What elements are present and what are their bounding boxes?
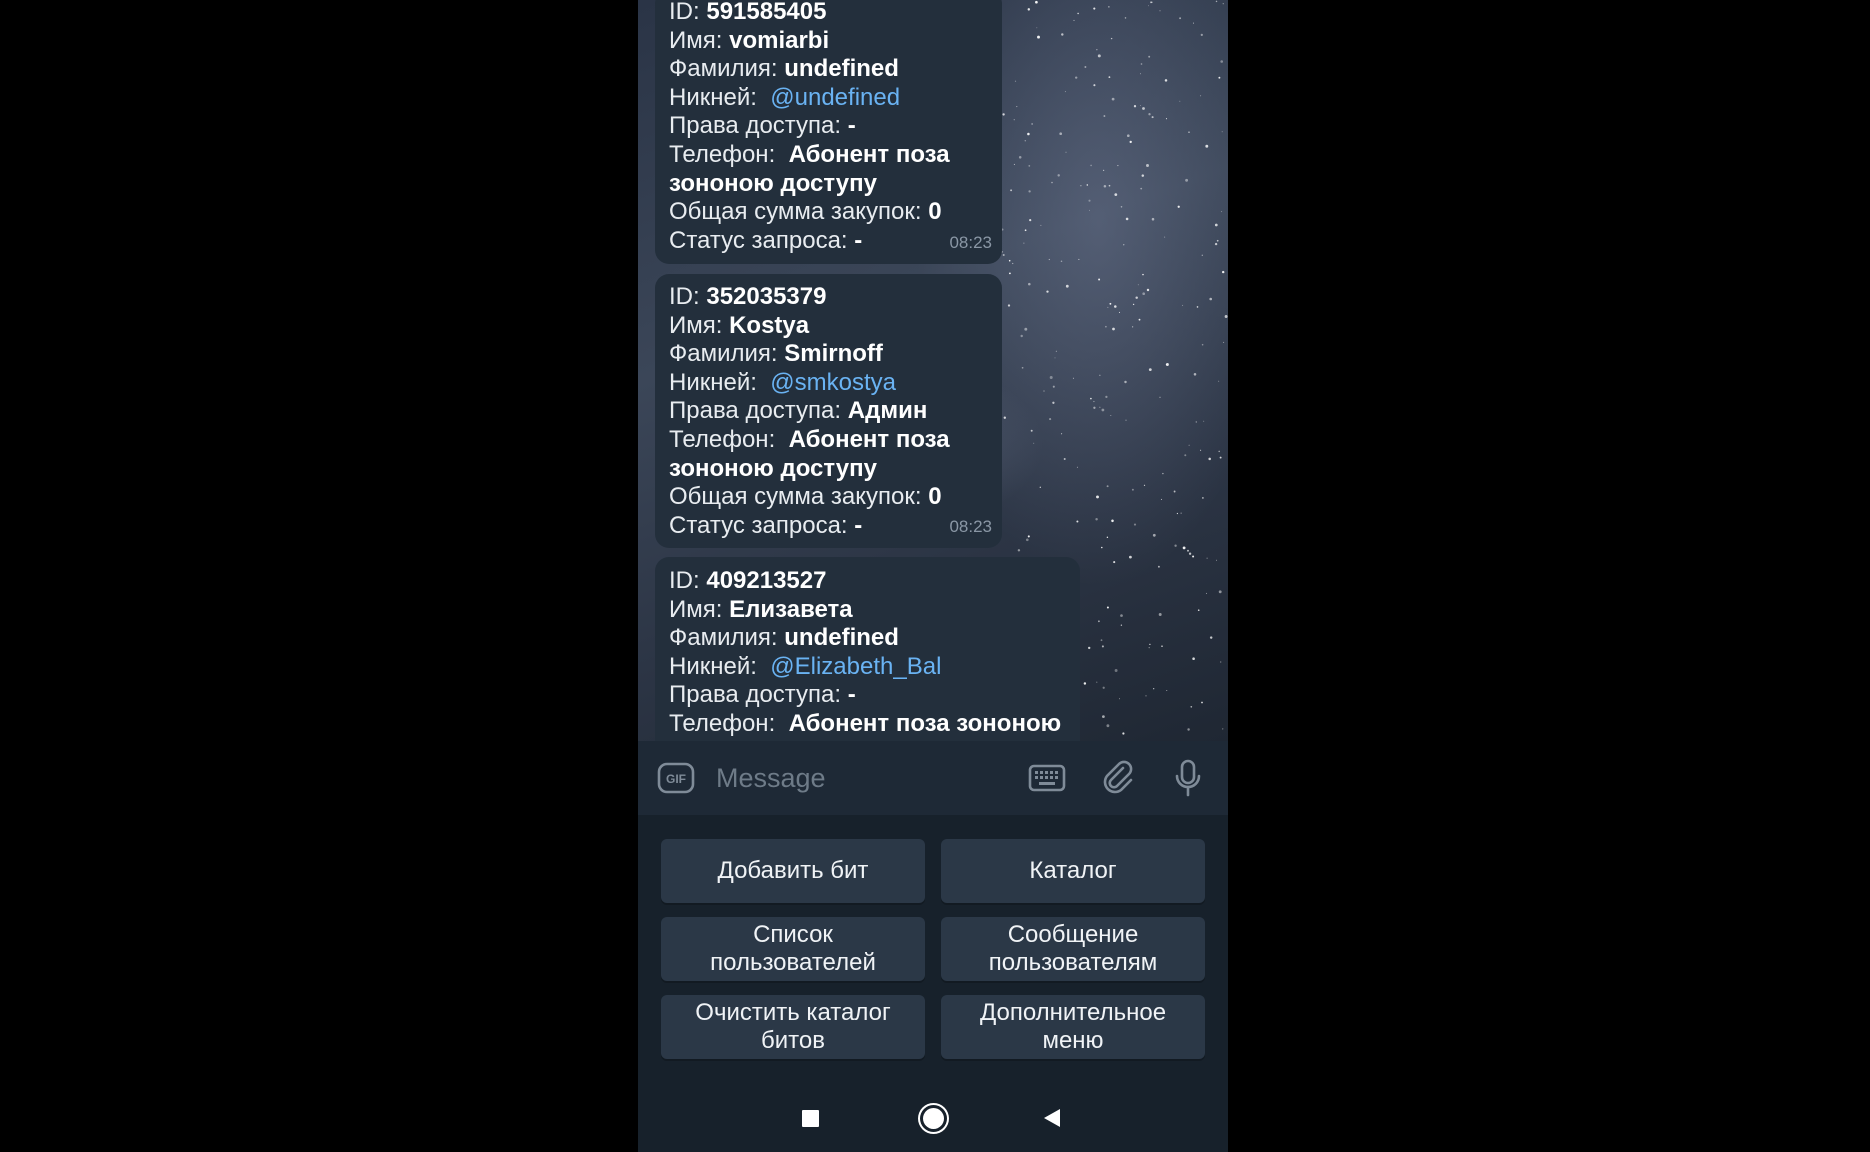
rights-row: Права доступа: -: [669, 681, 856, 709]
phone-row: Телефон: Абонент поза зононою доступу: [669, 140, 950, 197]
status-row: Статус запроса: -: [669, 511, 863, 539]
name-row: Имя: vomiarbi: [669, 26, 830, 54]
id-row: ID: 409213527: [669, 567, 827, 594]
surname-row: Фамилия: undefined: [669, 55, 899, 83]
nickname-link[interactable]: @Elizabeth_Bal: [770, 653, 941, 680]
name-row: Имя: Елизавета: [669, 595, 853, 623]
additional-menu-button[interactable]: Дополнительное меню: [941, 995, 1205, 1059]
chat-area[interactable]: ID: 591585405 Имя: vomiarbi Фамилия: und…: [638, 0, 1228, 741]
message-time: 08:23: [949, 233, 992, 253]
message-users-button[interactable]: Сообщение пользователям: [941, 917, 1205, 981]
message-input-bar: GIF Message: [638, 741, 1228, 815]
message-time: 08:23: [949, 517, 992, 537]
message-input[interactable]: Message: [716, 763, 826, 794]
square-icon[interactable]: [795, 1103, 825, 1133]
phone-row: Телефон: Абонент поза зононою: [669, 709, 1062, 737]
circle-icon[interactable]: [918, 1103, 948, 1133]
gif-icon[interactable]: GIF: [656, 758, 696, 798]
catalog-button[interactable]: Каталог: [941, 839, 1205, 903]
triangle-back-icon[interactable]: [1037, 1103, 1067, 1133]
id-row: ID: 591585405: [669, 0, 827, 25]
clear-catalog-button[interactable]: Очистить каталог битов: [661, 995, 925, 1059]
name-row: Имя: Kostya: [669, 311, 810, 339]
status-row: Статус запроса: -: [669, 226, 863, 254]
message-bubble[interactable]: ID: 591585405 Имя: vomiarbi Фамилия: und…: [655, 0, 1002, 264]
nickname-link[interactable]: @smkostya: [770, 369, 896, 396]
rights-row: Права доступа: -: [669, 112, 856, 140]
total-row: Общая сумма закупок: 0: [669, 483, 942, 511]
id-row: ID: 352035379: [669, 283, 827, 310]
nick-row: Никней: @undefined: [669, 83, 901, 111]
surname-row: Фамилия: undefined: [669, 624, 899, 652]
user-list-button[interactable]: Список пользователей: [661, 917, 925, 981]
message-bubble[interactable]: ID: 352035379 Имя: Kostya Фамилия: Smirn…: [655, 274, 1002, 548]
microphone-icon[interactable]: [1168, 758, 1208, 798]
phone-row: Телефон: Абонент поза зононою доступу: [669, 425, 950, 482]
nick-row: Никней: @smkostya: [669, 368, 896, 396]
bot-keyboard: Добавить бит Каталог Список пользователе…: [638, 815, 1228, 1083]
message-bubble[interactable]: ID: 409213527 Имя: Елизавета Фамилия: un…: [655, 557, 1080, 741]
svg-text:GIF: GIF: [666, 772, 686, 786]
rights-row: Права доступа: Админ: [669, 397, 928, 425]
paperclip-icon[interactable]: [1098, 758, 1138, 798]
nickname-link[interactable]: @undefined: [770, 84, 900, 111]
total-row: Общая сумма закупок: 0: [669, 198, 942, 226]
phone-screen: ID: 591585405 Имя: vomiarbi Фамилия: und…: [638, 0, 1228, 1152]
navigation-bar: [638, 1083, 1228, 1152]
keyboard-icon[interactable]: [1027, 758, 1067, 798]
nick-row: Никней: @Elizabeth_Bal: [669, 652, 942, 680]
add-beat-button[interactable]: Добавить бит: [661, 839, 925, 903]
surname-row: Фамилия: Smirnoff: [669, 340, 883, 368]
